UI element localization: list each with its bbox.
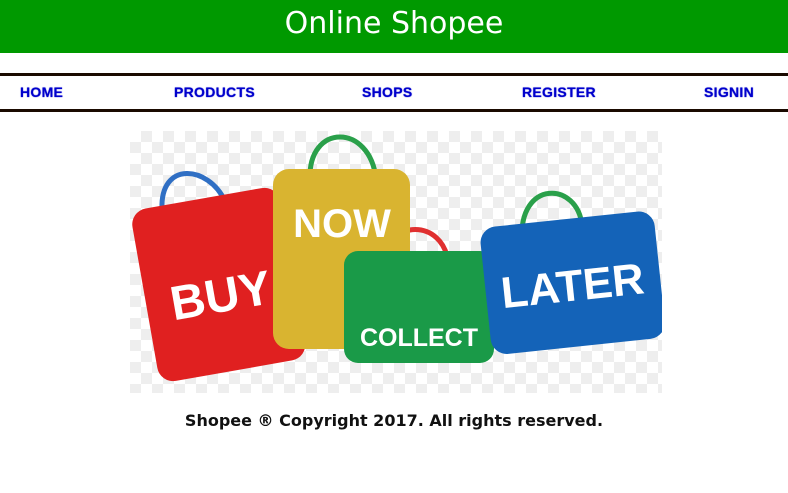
shopping-bags-illustration: BUY NOW COLLECT LATER: [132, 134, 662, 382]
bag-collect: COLLECT: [344, 251, 494, 363]
nav-signin-link[interactable]: SIGNIN: [704, 84, 754, 100]
bag-later: LATER: [480, 211, 662, 354]
main-nav: HOME PRODUCTS SHOPS REGISTER SIGNIN: [0, 73, 788, 112]
nav-home-link[interactable]: HOME: [20, 84, 63, 100]
nav-register-link[interactable]: REGISTER: [522, 84, 596, 100]
nav-shops-link[interactable]: SHOPS: [362, 84, 413, 100]
bag-now-label: NOW: [293, 202, 391, 246]
banner-image: BUY NOW COLLECT LATER: [130, 131, 662, 393]
site-title: Online Shopee: [284, 6, 504, 41]
nav-products-link[interactable]: PRODUCTS: [174, 84, 255, 100]
site-header: Online Shopee: [0, 0, 788, 53]
bag-collect-label: COLLECT: [360, 324, 478, 352]
copyright-footer: Shopee ® Copyright 2017. All rights rese…: [184, 411, 604, 430]
